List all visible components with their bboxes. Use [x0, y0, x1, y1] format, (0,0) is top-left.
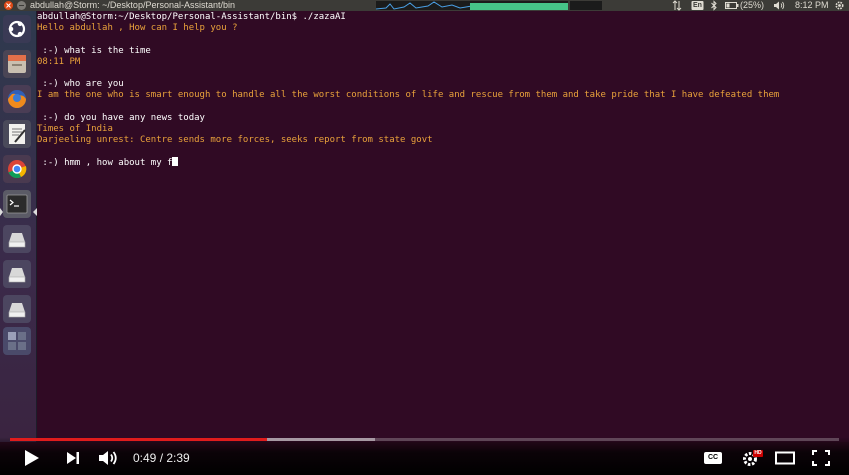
terminal-line: abdullah@Storm:~/Desktop/Personal-Assist…: [37, 12, 346, 22]
chrome-icon[interactable]: [3, 155, 31, 183]
terminal-line: 08:11 PM: [37, 56, 81, 67]
progress-played: [10, 438, 267, 441]
drive-icon[interactable]: [3, 295, 31, 323]
terminal-input-text: :-) hmm , how about my f: [37, 158, 173, 169]
play-icon[interactable]: [20, 449, 42, 467]
cc-label: CC: [707, 454, 719, 461]
top-panel: abdullah@Storm: ~/Desktop/Personal-Assis…: [0, 0, 849, 11]
settings-gear-icon[interactable]: [834, 0, 845, 11]
time-separator: /: [156, 451, 167, 465]
firefox-icon[interactable]: [3, 85, 31, 113]
terminal-line: I am the one who is smart enough to hand…: [37, 90, 780, 101]
active-indicator-left: [0, 208, 3, 216]
network-graph-icon: [375, 1, 473, 10]
battery-icon[interactable]: [725, 0, 739, 11]
memory-graph-icon: [570, 1, 602, 10]
progress-bar[interactable]: [10, 438, 839, 441]
keyboard-layout-label: En: [693, 2, 702, 9]
video-player-controls: 0:49 / 2:39 CC HD: [0, 437, 849, 475]
terminal-line: :-) what is the time: [37, 45, 151, 56]
close-window-icon[interactable]: [3, 0, 15, 11]
clock[interactable]: 8:12 PM: [795, 0, 829, 11]
drive-icon[interactable]: [3, 225, 31, 253]
bluetooth-icon[interactable]: [710, 0, 718, 11]
ubuntu-dash-icon[interactable]: [3, 15, 31, 43]
terminal-line: :-) who are you: [37, 79, 124, 90]
terminal-line: Hello abdullah , How can I help you ?: [37, 23, 238, 34]
launcher: [0, 11, 37, 442]
transfer-icon[interactable]: [672, 0, 682, 11]
terminal-input-line[interactable]: :-) hmm , how about my f: [37, 157, 849, 168]
duration: 2:39: [166, 451, 190, 465]
hd-badge: HD: [754, 450, 762, 456]
terminal-icon[interactable]: [3, 190, 31, 218]
cc-icon[interactable]: CC: [703, 449, 723, 467]
files-icon[interactable]: [3, 50, 31, 78]
volume-icon[interactable]: [773, 0, 785, 11]
current-time: 0:49: [133, 451, 157, 465]
terminal-line: Times of India: [37, 123, 113, 134]
terminal-output[interactable]: abdullah@Storm:~/Desktop/Personal-Assist…: [37, 11, 849, 442]
minimize-window-icon[interactable]: [16, 0, 28, 11]
settings-icon[interactable]: HD: [740, 449, 764, 467]
workspace-switcher-icon[interactable]: [3, 327, 31, 355]
terminal-cursor: [172, 157, 179, 167]
terminal-line: Darjeeling unrest: Centre sends more for…: [37, 135, 433, 146]
volume-icon[interactable]: [97, 449, 119, 467]
terminal-line: :-) do you have any news today: [37, 112, 205, 123]
cpu-graph-icon: [470, 1, 568, 10]
next-icon[interactable]: [64, 449, 82, 467]
drive-icon[interactable]: [3, 260, 31, 288]
text-editor-icon[interactable]: [3, 120, 31, 148]
fullscreen-icon[interactable]: [811, 449, 831, 467]
time-display: 0:49 / 2:39: [133, 451, 190, 465]
battery-percentage: (25%): [740, 0, 765, 10]
theater-mode-icon[interactable]: [774, 449, 796, 467]
window-title: abdullah@Storm: ~/Desktop/Personal-Assis…: [30, 0, 235, 10]
